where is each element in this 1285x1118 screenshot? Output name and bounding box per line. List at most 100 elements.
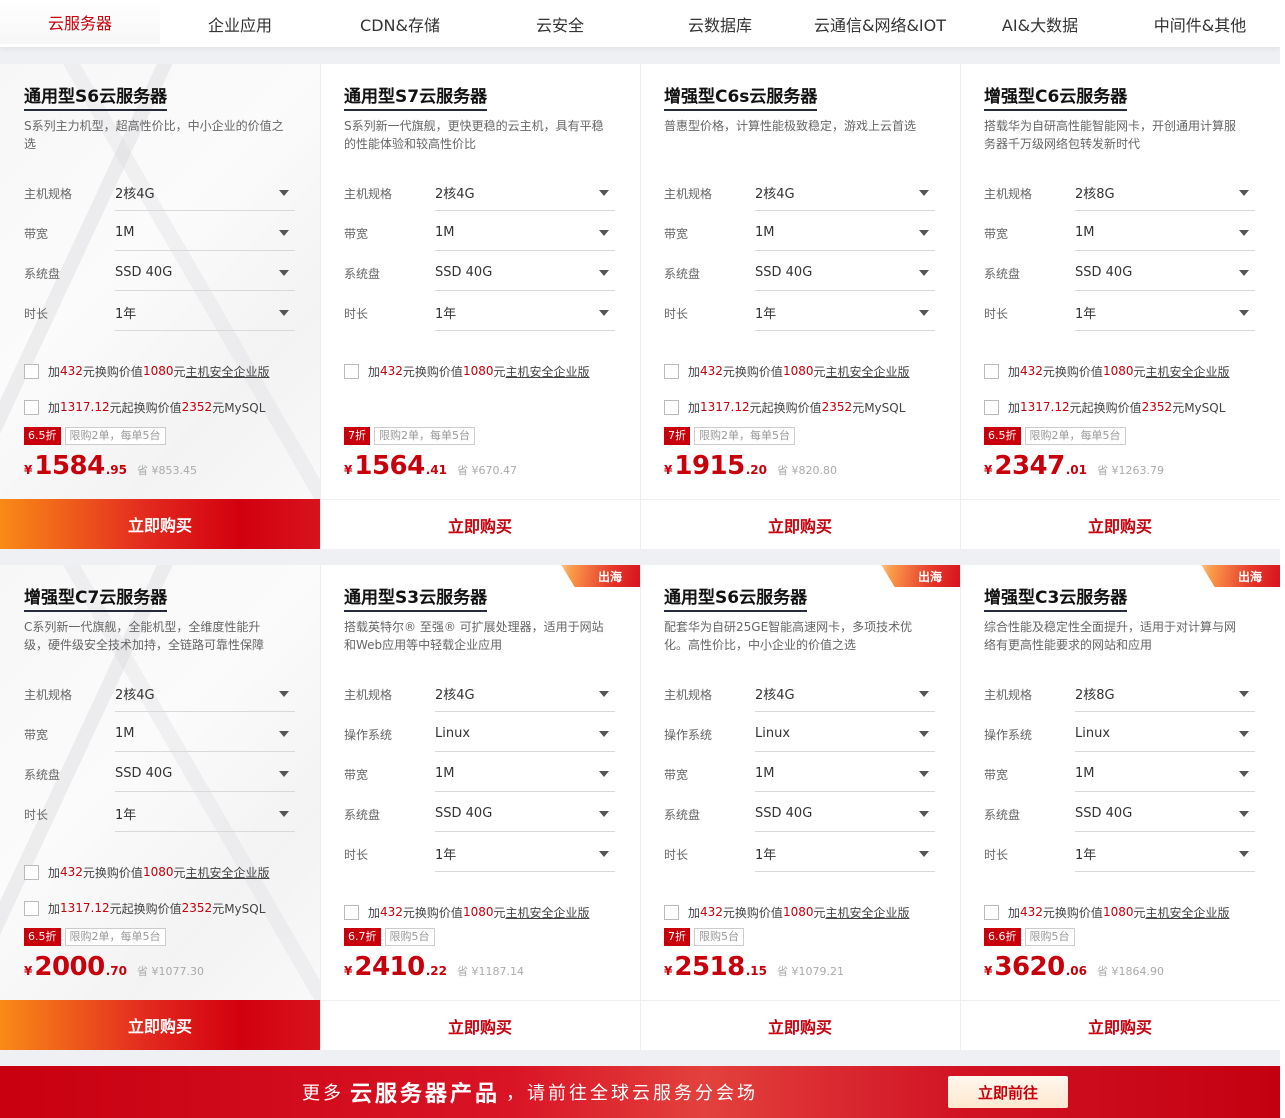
addon-mysql-checkbox[interactable] <box>24 900 39 916</box>
spec-select[interactable]: 1年 <box>755 836 935 872</box>
spec-select[interactable]: Linux <box>1075 716 1255 752</box>
tab-cloud-server[interactable]: 云服务器 <box>0 0 160 47</box>
addon-product-link[interactable]: 主机安全企业版 <box>186 363 270 380</box>
addon-product-link[interactable]: 主机安全企业版 <box>826 904 910 921</box>
addon-product-link[interactable]: 主机安全企业版 <box>1146 363 1230 380</box>
spec-select[interactable]: SSD 40G <box>1075 796 1255 832</box>
buy-now-button[interactable]: 立即购买 <box>960 1000 1280 1050</box>
spec-select[interactable]: SSD 40G <box>115 756 295 792</box>
card-description: 搭载华为自研高性能智能网卡，开创通用计算服务器千万级网络包转发新时代 <box>984 119 1237 151</box>
addon-security-checkbox[interactable] <box>984 363 999 379</box>
addon-security-checkbox[interactable] <box>664 904 679 920</box>
spec-select[interactable]: 1年 <box>755 295 935 331</box>
spec-label: 系统盘 <box>664 807 701 822</box>
card-title[interactable]: 增强型C6s云服务器 <box>664 86 818 111</box>
spec-select[interactable]: 1M <box>1075 215 1255 251</box>
spec-select[interactable]: 1M <box>115 716 295 752</box>
spec-select[interactable]: 2核4G <box>115 175 295 211</box>
tab-cloud-security[interactable]: 云安全 <box>480 0 640 47</box>
card-title[interactable]: 增强型C6云服务器 <box>984 86 1128 111</box>
card-title[interactable]: 增强型C7云服务器 <box>24 587 168 612</box>
spec-select[interactable]: 1M <box>755 215 935 251</box>
chevron-down-icon <box>279 229 289 236</box>
spec-select[interactable]: 2核4G <box>435 676 615 712</box>
chevron-down-icon <box>919 309 929 316</box>
spec-select[interactable]: SSD 40G <box>1075 255 1255 291</box>
buy-now-button[interactable]: 立即购买 <box>0 499 320 549</box>
addon-mysql-checkbox[interactable] <box>24 399 39 415</box>
spec-value: 2核4G <box>115 187 155 202</box>
spec-select[interactable]: 1年 <box>1075 295 1255 331</box>
spec-list: 主机规格 2核8G 操作系统 Linux 带宽 1M 系统盘 SSD 40G 时… <box>984 674 1256 874</box>
spec-select[interactable]: Linux <box>755 716 935 752</box>
spec-select[interactable]: 1年 <box>115 295 295 331</box>
buy-now-button[interactable]: 立即购买 <box>320 1000 640 1050</box>
buy-now-button[interactable]: 立即购买 <box>640 1000 960 1050</box>
card-title[interactable]: 通用型S6云服务器 <box>664 587 808 612</box>
tab-cloud-database[interactable]: 云数据库 <box>640 0 800 47</box>
buy-now-button[interactable]: 立即购买 <box>640 499 960 549</box>
spec-select[interactable]: 2核8G <box>1075 175 1255 211</box>
addon-security: 加 432 元换购价值 1080 元主机安全企业版 <box>344 353 616 389</box>
spec-select[interactable]: 1M <box>435 215 615 251</box>
spec-select[interactable]: 2核4G <box>435 175 615 211</box>
addon-text-c: 元换购价值 <box>1042 905 1103 920</box>
addon-product-link[interactable]: 主机安全企业版 <box>1146 904 1230 921</box>
addon-product-link[interactable]: 主机安全企业版 <box>506 904 590 921</box>
card-title[interactable]: 增强型C3云服务器 <box>984 587 1128 612</box>
spec-select[interactable]: 2核4G <box>755 175 935 211</box>
spec-select[interactable]: 1M <box>1075 756 1255 792</box>
spec-select[interactable]: 2核4G <box>755 676 935 712</box>
addon-security-checkbox[interactable] <box>344 904 359 920</box>
tab-cloud-comm-network-iot[interactable]: 云通信&网络&IOT <box>800 0 960 47</box>
addon-security-checkbox[interactable] <box>24 864 39 880</box>
spec-select[interactable]: 1M <box>115 215 295 251</box>
chevron-down-icon <box>279 189 289 196</box>
addon-mysql-checkbox[interactable] <box>984 399 999 415</box>
card-title[interactable]: 通用型S3云服务器 <box>344 587 488 612</box>
addon-text-c: 元起换购价值 <box>1069 400 1142 415</box>
card-body: 增强型C6s云服务器 普惠型价格，计算性能极致稳定，游戏上云首选 主机规格 2核… <box>640 64 960 425</box>
spec-select[interactable]: SSD 40G <box>755 796 935 832</box>
addon-product-link[interactable]: 主机安全企业版 <box>826 363 910 380</box>
spec-value: 2核4G <box>755 688 795 703</box>
spec-value: 1年 <box>115 808 137 823</box>
spec-select[interactable]: 1M <box>755 756 935 792</box>
buy-now-button[interactable]: 立即购买 <box>960 499 1280 549</box>
addon-price: 432 <box>700 364 723 378</box>
addon-product-link[interactable]: 主机安全企业版 <box>186 864 270 881</box>
spec-select[interactable]: 2核8G <box>1075 676 1255 712</box>
addon-security-checkbox[interactable] <box>344 363 359 379</box>
spec-select[interactable]: 1M <box>435 756 615 792</box>
spec-select[interactable]: Linux <box>435 716 615 752</box>
tab-middleware-other[interactable]: 中间件&其他 <box>1120 0 1280 47</box>
currency-symbol: ¥ <box>24 964 33 978</box>
go-now-button[interactable]: 立即前往 <box>948 1076 1068 1108</box>
chevron-down-icon <box>1239 770 1249 777</box>
spec-select[interactable]: 1年 <box>115 796 295 832</box>
card-title[interactable]: 通用型S7云服务器 <box>344 86 488 111</box>
addon-security-checkbox[interactable] <box>664 363 679 379</box>
tab-enterprise-apps[interactable]: 企业应用 <box>160 0 320 47</box>
chevron-down-icon <box>919 730 929 737</box>
spec-select[interactable]: 1年 <box>435 295 615 331</box>
spec-select[interactable]: SSD 40G <box>435 796 615 832</box>
addon-security-checkbox[interactable] <box>984 904 999 920</box>
addon-mysql: 加 1317.12 元起换购价值 2352 元MySQL <box>664 389 936 425</box>
spec-select[interactable]: 1年 <box>1075 836 1255 872</box>
addon-mysql-checkbox[interactable] <box>664 399 679 415</box>
card-title[interactable]: 通用型S6云服务器 <box>24 86 168 111</box>
spec-select[interactable]: SSD 40G <box>755 255 935 291</box>
spec-select[interactable]: SSD 40G <box>435 255 615 291</box>
buy-now-button[interactable]: 立即购买 <box>0 1000 320 1050</box>
tab-ai-bigdata[interactable]: AI&大数据 <box>960 0 1120 47</box>
addon-product-link[interactable]: 主机安全企业版 <box>506 363 590 380</box>
buy-now-button[interactable]: 立即购买 <box>320 499 640 549</box>
spec-select[interactable]: SSD 40G <box>115 255 295 291</box>
price: ¥ 2347 .01 省 ¥1263.79 <box>984 451 1164 481</box>
addon-security-checkbox[interactable] <box>24 363 39 379</box>
spec-label: 带宽 <box>984 767 1009 782</box>
spec-select[interactable]: 1年 <box>435 836 615 872</box>
tab-cdn-storage[interactable]: CDN&存储 <box>320 0 480 47</box>
spec-select[interactable]: 2核4G <box>115 676 295 712</box>
